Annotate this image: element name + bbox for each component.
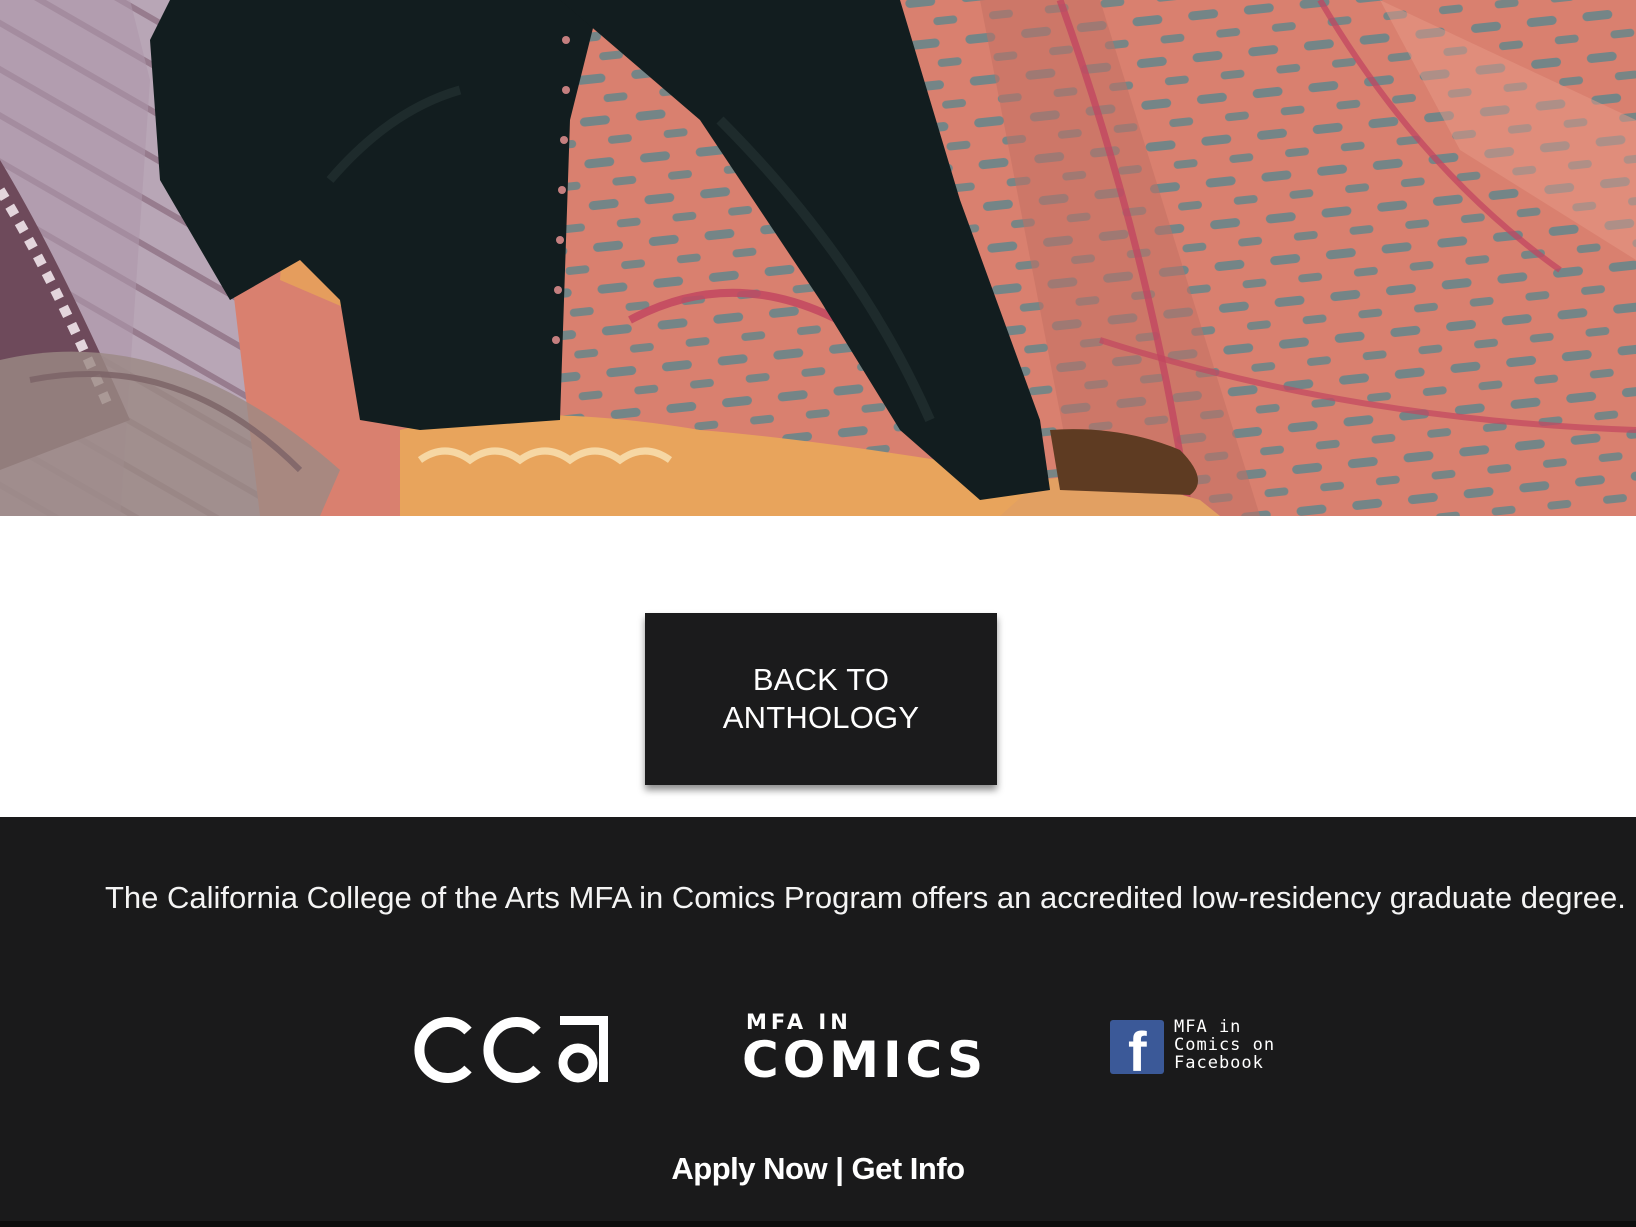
footer-tagline: The California College of the Arts MFA i… <box>105 880 1626 915</box>
get-info-link[interactable]: Get Info <box>851 1151 965 1186</box>
back-button-line1: BACK TO <box>752 662 890 697</box>
mfa-in-comics-logo[interactable]: MFA IN COMICS <box>742 1010 983 1092</box>
hero-artwork <box>0 0 1636 516</box>
apply-now-link[interactable]: Apply Now <box>671 1151 827 1186</box>
facebook-text-line2: Comics on <box>1174 1035 1276 1055</box>
facebook-icon-letter: f <box>1128 1020 1147 1075</box>
facebook-text-line1: MFA in <box>1174 1017 1242 1037</box>
cca-logo-mark <box>414 1016 608 1083</box>
facebook-icon: f <box>1110 1020 1164 1074</box>
footer-bottom-edge <box>0 1221 1636 1227</box>
button-section: BACK TO ANTHOLOGY <box>0 516 1636 817</box>
facebook-link-text: MFA in Comics on Facebook <box>1174 1018 1275 1072</box>
mfa-logo-big-text: COMICS <box>742 1031 988 1089</box>
page: BACK TO ANTHOLOGY The California College… <box>0 0 1636 1227</box>
hero-illustration <box>0 0 1636 516</box>
facebook-link[interactable]: f MFA in Comics on Facebook <box>1110 1018 1310 1078</box>
cca-logo[interactable] <box>410 1011 612 1089</box>
back-button-line2: ANTHOLOGY <box>722 700 920 735</box>
footer: The California College of the Arts MFA i… <box>0 817 1636 1221</box>
back-to-anthology-button[interactable]: BACK TO ANTHOLOGY <box>645 613 997 785</box>
cta-separator: | <box>827 1151 852 1186</box>
facebook-text-line3: Facebook <box>1174 1053 1264 1073</box>
footer-cta-links: Apply Now | Get Info <box>0 1150 1636 1188</box>
